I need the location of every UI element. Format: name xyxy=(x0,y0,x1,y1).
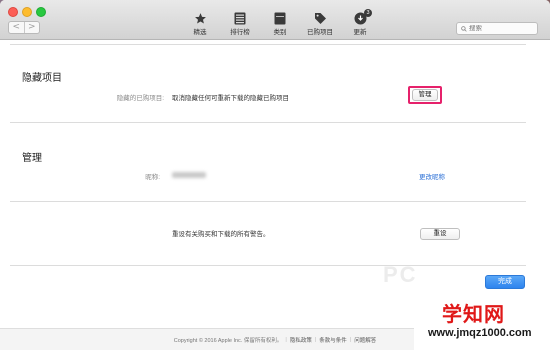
toolbar-tabs: 精选 排行榜 类别 已购项目 3 更新 xyxy=(182,9,378,37)
app-store-window: < > 精选 排行榜 类别 已购项目 3 更新 搜索 隐藏项目 隐藏的已购项目:… xyxy=(0,0,550,350)
forward-button[interactable]: > xyxy=(23,22,40,33)
reset-warnings-description: 重设有关购买和下载的所有警告。 xyxy=(172,231,270,238)
faq-link[interactable]: 问题解答 xyxy=(354,336,376,344)
tab-purchased-label: 已购项目 xyxy=(307,29,333,36)
hidden-purchases-label: 隐藏的已购项目: xyxy=(116,95,164,102)
tab-top-charts-label: 排行榜 xyxy=(230,29,250,36)
tab-updates-label: 更新 xyxy=(353,29,367,36)
star-icon xyxy=(193,11,207,25)
nickname-label: 昵称: xyxy=(145,174,160,181)
footer-separator: | xyxy=(349,336,352,343)
tab-featured[interactable]: 精选 xyxy=(182,11,218,37)
tab-purchased[interactable]: 已购项目 xyxy=(302,11,338,37)
minimize-window-button[interactable] xyxy=(22,7,32,17)
top-divider xyxy=(10,44,526,45)
watermark-logo: 学知网 www.jmqz1000.com xyxy=(414,292,550,350)
change-nickname-link[interactable]: 更改昵称 xyxy=(419,171,445,181)
section-divider-3 xyxy=(10,265,526,266)
search-input[interactable] xyxy=(469,25,535,32)
reset-button[interactable]: 重设 xyxy=(420,228,460,240)
tag-icon xyxy=(313,11,327,25)
watermark-brand: 学知网 xyxy=(442,304,505,326)
book-icon xyxy=(273,11,287,25)
search-icon xyxy=(461,25,467,32)
list-icon xyxy=(233,11,247,25)
hidden-items-title: 隐藏项目 xyxy=(22,73,62,84)
back-button[interactable]: < xyxy=(9,22,24,33)
tab-categories[interactable]: 类别 xyxy=(262,11,298,37)
copyright-text: Copyright © 2016 Apple Inc. 保留所有权利。 xyxy=(173,337,283,344)
search-box[interactable] xyxy=(456,22,538,35)
section-divider-1 xyxy=(10,122,526,123)
footer-separator: | xyxy=(314,336,317,343)
privacy-policy-link[interactable]: 隐私政策 xyxy=(290,336,312,344)
updates-badge: 3 xyxy=(364,9,372,17)
zoom-window-button[interactable] xyxy=(36,7,46,17)
hidden-purchases-description: 取消隐藏任何可重新下载的隐藏已购项目 xyxy=(172,95,289,102)
watermark-pc-text: PC xyxy=(383,262,418,287)
done-button[interactable]: 完成 xyxy=(485,275,525,289)
toolbar: < > 精选 排行榜 类别 已购项目 3 更新 搜索 xyxy=(0,0,550,40)
section-divider-2 xyxy=(10,201,526,202)
terms-link[interactable]: 条款与条件 xyxy=(319,336,347,344)
navigation-buttons: < > xyxy=(8,21,40,34)
manage-hidden-button[interactable]: 管理 xyxy=(412,89,438,101)
tab-top-charts[interactable]: 排行榜 xyxy=(222,11,258,37)
tab-updates[interactable]: 3 更新 xyxy=(342,9,378,37)
watermark-url: www.jmqz1000.com xyxy=(428,327,532,339)
close-window-button[interactable] xyxy=(8,7,18,17)
tab-categories-label: 类别 xyxy=(273,29,287,36)
tab-featured-label: 精选 xyxy=(193,29,207,36)
nickname-value-redacted xyxy=(172,172,206,178)
manage-section-title: 管理 xyxy=(22,153,42,164)
footer-separator: | xyxy=(285,336,287,343)
